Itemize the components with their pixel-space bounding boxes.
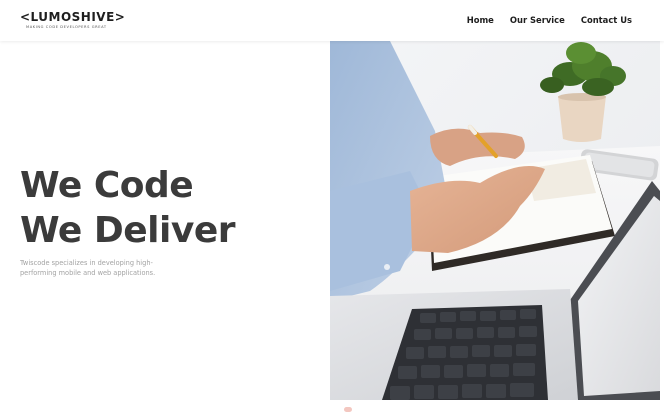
laptop-keyboard [330,289,578,400]
brand-tagline: MAKING CODE DEVELOPERS GREAT [26,25,107,29]
hero-description: Twiscode specializes in developing high-… [20,259,156,277]
hero-title: We Code We Deliver [20,163,236,253]
brand-name: <LUMOSHIVE> [20,10,126,24]
brand-logo[interactable]: <LUMOSHIVE> MAKING CODE DEVELOPERS GREAT [20,10,126,30]
main-nav: Home Our Service Contact Us [467,15,632,25]
nav-contact-us[interactable]: Contact Us [581,15,632,25]
site-header: <LUMOSHIVE> MAKING CODE DEVELOPERS GREAT… [0,0,664,41]
hero-title-line-2: We Deliver [20,210,236,251]
hero-title-line-1: We Code [20,165,194,206]
nav-home[interactable]: Home [467,15,494,25]
workspace-photo [330,41,660,400]
nav-our-service[interactable]: Our Service [510,15,565,25]
decorative-dot [344,407,352,412]
plant-pot [558,93,606,142]
